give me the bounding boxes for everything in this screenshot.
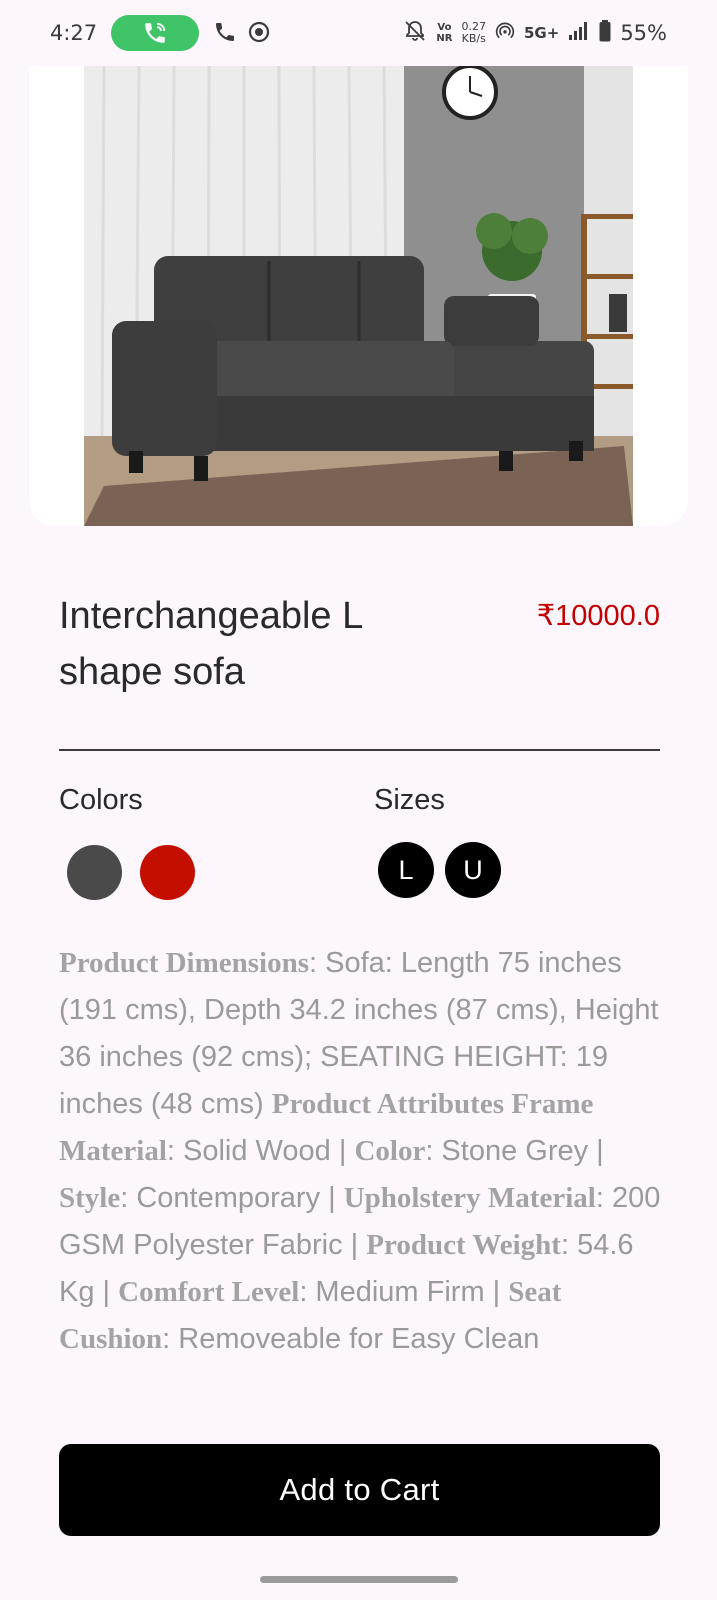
desc-label: Product Weight: [366, 1229, 561, 1261]
home-indicator[interactable]: [260, 1576, 458, 1583]
desc-label: Upholstery Material: [343, 1182, 596, 1214]
sizes-label: Sizes: [374, 784, 445, 816]
status-time: 4:27: [50, 21, 98, 45]
desc-label: Color: [354, 1135, 426, 1167]
battery-percentage: 55%: [620, 21, 667, 45]
product-title: Interchangeable L shape sofa: [59, 595, 362, 693]
desc-text: : Solid Wood |: [166, 1135, 355, 1167]
color-swatch-grey[interactable]: [67, 845, 122, 900]
battery-icon: [599, 19, 611, 47]
mute-bell-icon: [403, 19, 427, 48]
desc-text: : Contemporary |: [120, 1182, 344, 1214]
phone-call-icon: [145, 22, 166, 43]
size-option-u[interactable]: U: [445, 842, 501, 898]
product-description: Product Dimensions: Sofa: Length 75 inch…: [59, 940, 664, 1363]
speed-unit: KB/s: [461, 32, 486, 45]
status-right-group: Vo NR 0.27 KB/s 5G+ 55%: [403, 19, 667, 48]
ongoing-call-indicator[interactable]: [111, 15, 200, 51]
network-speed: 0.27 KB/s: [461, 21, 486, 45]
divider: [59, 749, 660, 751]
hotspot-icon: [495, 21, 515, 46]
size-option-l[interactable]: L: [378, 842, 434, 898]
desc-label: Style: [59, 1182, 121, 1214]
desc-text: : Removeable for Easy Clean: [162, 1323, 540, 1355]
l-shape-sofa-photo: [84, 66, 633, 526]
whatsapp-icon: [247, 20, 273, 46]
phone-icon: [213, 20, 239, 46]
product-price: ₹10000.0: [536, 600, 660, 632]
vo-label: Vo: [437, 22, 452, 33]
color-swatch-red[interactable]: [140, 845, 195, 900]
add-to-cart-button[interactable]: Add to Cart: [59, 1444, 660, 1536]
product-image-card: [29, 66, 688, 526]
desc-text: : Stone Grey |: [425, 1135, 604, 1167]
network-type: 5G+: [523, 24, 560, 42]
volte-indicator: Vo NR: [436, 22, 452, 44]
status-bar: 4:27 Vo NR 0.27 KB/s 5G+ 55%: [0, 0, 717, 66]
nr-label: NR: [436, 33, 453, 44]
colors-label: Colors: [59, 784, 143, 816]
desc-label: Product Dimensions: [59, 947, 310, 979]
desc-label: Comfort Level: [118, 1276, 300, 1308]
desc-text: : Medium Firm |: [299, 1276, 509, 1308]
signal-icon: [568, 21, 590, 46]
